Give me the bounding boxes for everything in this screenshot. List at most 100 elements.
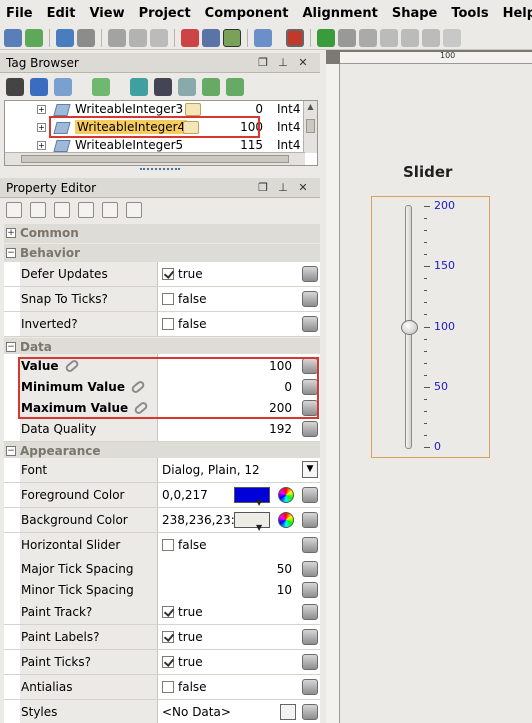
binding-icon[interactable] xyxy=(302,400,318,416)
category-common[interactable]: + Common xyxy=(4,224,320,243)
menu-view[interactable]: View xyxy=(89,6,124,21)
group-icon[interactable] xyxy=(401,28,419,47)
binoculars-icon[interactable] xyxy=(6,78,24,96)
menu-tools[interactable]: Tools xyxy=(451,6,488,21)
preview-icon[interactable] xyxy=(181,28,199,47)
checkbox[interactable] xyxy=(162,293,174,305)
prop-value-text[interactable]: 10 xyxy=(160,578,296,602)
menu-component[interactable]: Component xyxy=(205,6,289,21)
add-dropdown-icon[interactable] xyxy=(116,78,124,96)
menu-project[interactable]: Project xyxy=(139,6,191,21)
collapse-icon[interactable]: − xyxy=(6,446,16,456)
binding-icon[interactable] xyxy=(302,358,318,374)
cut-icon[interactable] xyxy=(108,28,126,47)
prop-paint-labels[interactable]: Paint Labels? true xyxy=(4,625,320,650)
menu-alignment[interactable]: Alignment xyxy=(302,6,377,21)
category-behavior[interactable]: − Behavior xyxy=(4,244,320,263)
binding-icon[interactable] xyxy=(302,537,318,553)
prop-background-color[interactable]: Background Color 238,236,23: ▼ xyxy=(4,508,320,533)
prop-value[interactable]: false xyxy=(160,533,296,557)
binding-icon[interactable] xyxy=(302,561,318,577)
paste-icon[interactable] xyxy=(150,28,168,47)
binding-icon[interactable] xyxy=(302,512,318,528)
categorized-icon[interactable] xyxy=(6,202,22,218)
tag-tree-hscroll[interactable] xyxy=(5,152,305,165)
opc-icon[interactable] xyxy=(154,78,172,96)
shape-icon[interactable] xyxy=(422,28,440,47)
color-swatch[interactable] xyxy=(234,487,270,503)
binding-icon[interactable] xyxy=(302,582,318,598)
prop-foreground-color[interactable]: Foreground Color 0,0,217 ▼ xyxy=(4,483,320,508)
comm-icon[interactable] xyxy=(202,28,220,47)
expand-all-icon[interactable] xyxy=(78,202,94,218)
prop-value[interactable]: true xyxy=(160,600,296,624)
export-icon[interactable] xyxy=(226,78,244,96)
binding-icon[interactable] xyxy=(302,679,318,695)
prop-defer-updates[interactable]: Defer Updates true xyxy=(4,262,320,287)
prop-value[interactable]: true xyxy=(160,625,296,649)
undo-icon[interactable] xyxy=(56,28,74,47)
description-icon[interactable] xyxy=(54,202,70,218)
prop-value[interactable]: false xyxy=(160,312,296,336)
menu-help[interactable]: Help xyxy=(503,6,532,21)
binding-icon[interactable] xyxy=(302,291,318,307)
collapse-all-icon[interactable] xyxy=(102,202,118,218)
binding-icon[interactable] xyxy=(302,704,318,720)
collapse-icon[interactable]: − xyxy=(6,248,16,258)
expand-icon[interactable]: + xyxy=(37,105,46,114)
scroll-thumb[interactable] xyxy=(21,155,289,163)
gear-icon[interactable] xyxy=(338,28,356,47)
menu-file[interactable]: File xyxy=(6,6,33,21)
prop-value[interactable]: 0,0,217 ▼ xyxy=(160,483,296,507)
checkbox[interactable] xyxy=(162,656,174,668)
binding-icon[interactable] xyxy=(302,487,318,503)
tag-row[interactable]: + WriteableInteger3 0 Int4 xyxy=(5,101,305,119)
color-wheel-icon[interactable] xyxy=(278,487,294,503)
prop-snap-to-ticks[interactable]: Snap To Ticks? false xyxy=(4,287,320,312)
tag-tree-vscroll[interactable]: ▲ xyxy=(303,101,317,153)
prop-value[interactable]: false xyxy=(160,287,296,311)
edit-tag-icon[interactable] xyxy=(130,78,148,96)
scroll-up-icon[interactable]: ▲ xyxy=(304,101,317,113)
prop-font[interactable]: Font Dialog, Plain, 12 ▼ xyxy=(4,458,320,483)
menu-edit[interactable]: Edit xyxy=(47,6,76,21)
prop-styles[interactable]: Styles <No Data> xyxy=(4,700,320,723)
prop-paint-ticks[interactable]: Paint Ticks? true xyxy=(4,650,320,675)
binding-icon[interactable] xyxy=(302,316,318,332)
import-icon[interactable] xyxy=(202,78,220,96)
prop-antialias[interactable]: Antialias false xyxy=(4,675,320,700)
add-tag-icon[interactable] xyxy=(92,78,110,96)
binding-icon[interactable] xyxy=(302,266,318,282)
expand-icon[interactable]: + xyxy=(37,123,46,132)
zoom-icon[interactable] xyxy=(443,28,461,47)
checkbox[interactable] xyxy=(162,606,174,618)
prop-value[interactable]: false xyxy=(160,675,296,699)
color-wheel-icon[interactable] xyxy=(278,512,294,528)
binding-icon[interactable] xyxy=(302,604,318,620)
prop-horizontal-slider[interactable]: Horizontal Slider false xyxy=(4,533,320,558)
restore-icon[interactable]: ❐ xyxy=(256,56,270,70)
checkbox[interactable] xyxy=(162,681,174,693)
slider-thumb[interactable] xyxy=(401,320,418,335)
align-icon[interactable] xyxy=(380,28,398,47)
copy-icon[interactable] xyxy=(129,28,147,47)
checkbox[interactable] xyxy=(162,268,174,280)
checkbox[interactable] xyxy=(162,539,174,551)
table-icon[interactable] xyxy=(54,78,72,96)
window-icon[interactable] xyxy=(254,28,272,47)
prop-value[interactable]: 238,236,23: ▼ xyxy=(160,508,296,532)
menu-shape[interactable]: Shape xyxy=(392,6,438,21)
slider-component[interactable] xyxy=(371,196,490,458)
color-swatch[interactable] xyxy=(234,512,270,528)
prop-inverted[interactable]: Inverted? false xyxy=(4,312,320,337)
scroll-thumb[interactable] xyxy=(306,119,315,133)
pin-icon[interactable]: ⊥ xyxy=(276,181,290,195)
checkbox[interactable] xyxy=(162,631,174,643)
binding-icon[interactable] xyxy=(302,421,318,437)
expand-icon[interactable]: + xyxy=(37,141,46,150)
binding-icon[interactable] xyxy=(302,629,318,645)
stop-icon[interactable] xyxy=(286,28,304,47)
prop-value[interactable]: true xyxy=(160,650,296,674)
prop-value-text[interactable]: 192 xyxy=(160,417,296,441)
prop-value-text[interactable]: Dialog, Plain, 12 xyxy=(160,458,296,482)
